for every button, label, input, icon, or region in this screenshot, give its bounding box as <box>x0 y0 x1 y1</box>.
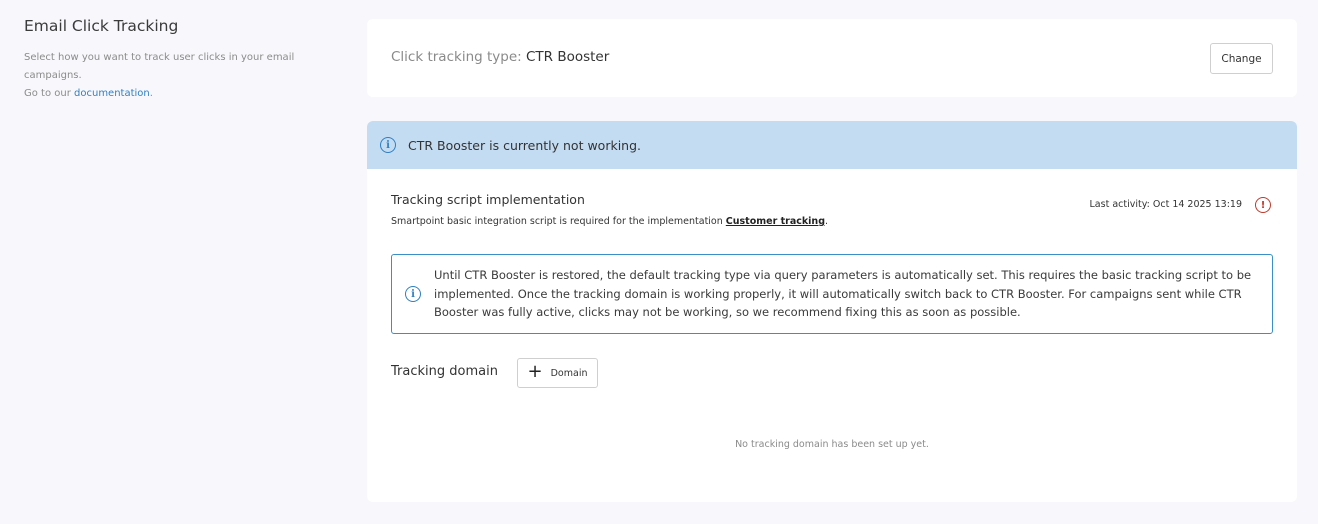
script-desc-suffix: . <box>825 216 829 227</box>
tracking-type-card: Click tracking type: CTR Booster Change <box>367 19 1297 97</box>
notice-text: Until CTR Booster is restored, the defau… <box>434 268 1252 320</box>
status-banner-text: CTR Booster is currently not working. <box>408 137 642 153</box>
add-domain-button[interactable]: + Domain <box>517 358 598 388</box>
change-button[interactable]: Change <box>1210 43 1273 74</box>
add-domain-label: Domain <box>550 367 588 379</box>
tracking-type-prefix: Click tracking type: <box>391 49 526 65</box>
documentation-link[interactable]: documentation <box>74 88 150 99</box>
status-card: i CTR Booster is currently not working. … <box>367 121 1297 502</box>
plus-icon: + <box>527 361 543 382</box>
section-header: Email Click Tracking Select how you want… <box>24 17 344 103</box>
section-desc-prefix: Go to our <box>24 88 75 99</box>
page: Email Click Tracking Select how you want… <box>0 0 1318 524</box>
section-desc-suffix: . <box>149 88 153 99</box>
tracking-type-label: Click tracking type: CTR Booster <box>391 49 609 65</box>
last-activity: Last activity: Oct 14 2025 13:19 <box>1089 199 1242 210</box>
info-icon: i <box>405 286 421 302</box>
script-description: Smartpoint basic integration script is r… <box>391 216 828 227</box>
section-desc-line1: Select how you want to track user clicks… <box>24 52 295 81</box>
section-description: Select how you want to track user clicks… <box>24 49 344 103</box>
customer-tracking-link[interactable]: Customer tracking <box>726 216 825 227</box>
alert-circle-icon[interactable]: ! <box>1255 197 1271 213</box>
script-title: Tracking script implementation <box>391 192 585 207</box>
tracking-domain-label: Tracking domain <box>391 364 498 379</box>
info-icon: i <box>380 137 396 153</box>
tracking-type-value: CTR Booster <box>525 49 610 65</box>
status-banner: i CTR Booster is currently not working. <box>367 121 1297 169</box>
section-title: Email Click Tracking <box>24 17 179 35</box>
script-desc-text: Smartpoint basic integration script is r… <box>391 216 726 227</box>
notice-box: i Until CTR Booster is restored, the def… <box>391 254 1273 334</box>
section-desc-line2: Go to our documentation. <box>24 85 344 103</box>
empty-domain-text: No tracking domain has been set up yet. <box>735 439 929 450</box>
